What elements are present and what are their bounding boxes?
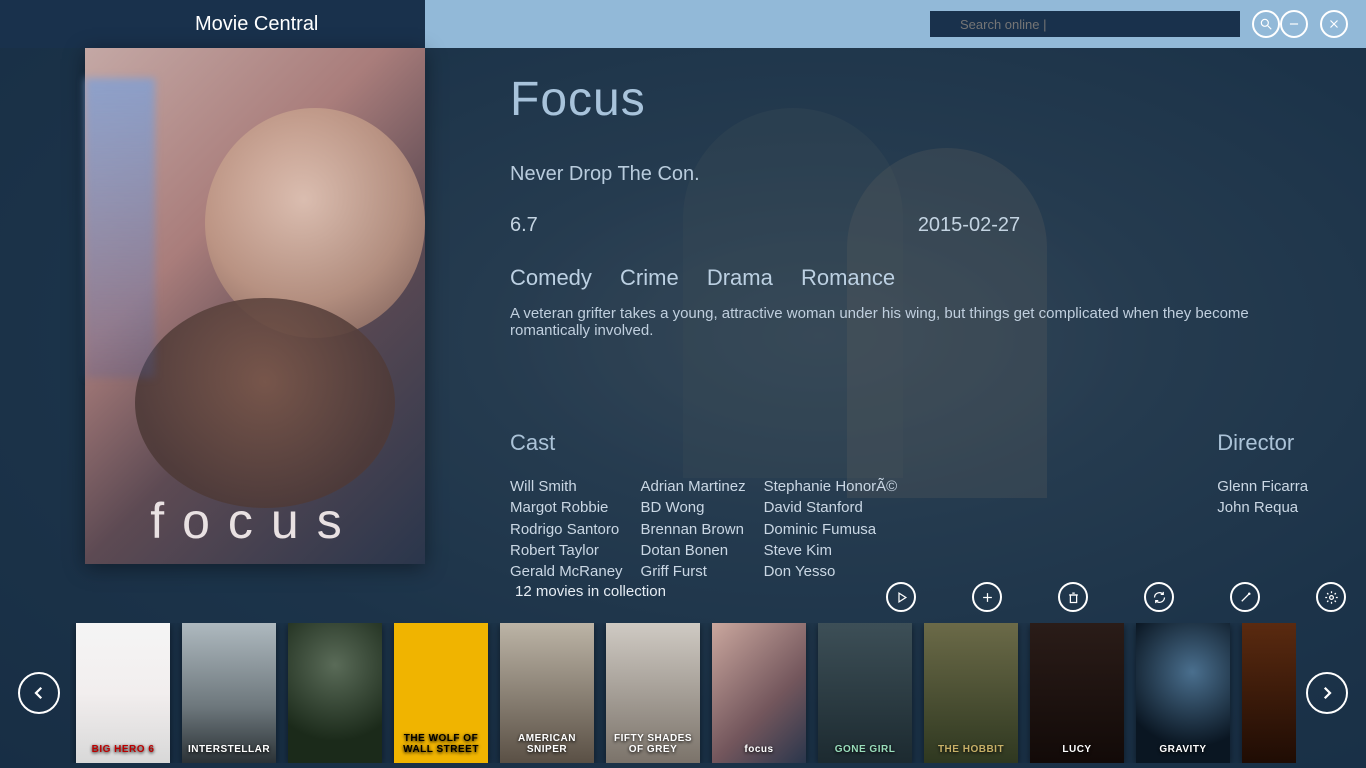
- movie-title: Focus: [510, 72, 1326, 127]
- cast-member: Don Yesso: [764, 561, 898, 582]
- carousel-thumbnail[interactable]: GRAVITY: [1136, 623, 1230, 763]
- director-name: Glenn Ficarra: [1217, 476, 1308, 497]
- play-icon: [894, 590, 909, 605]
- cast-member: Stephanie HonorÃ©: [764, 476, 898, 497]
- cast-member: Dotan Bonen: [641, 540, 746, 561]
- carousel-strip[interactable]: BIG HERO 6 INTERSTELLAR THE WOLF OF WALL S…: [70, 623, 1296, 763]
- movie-details: Focus Never Drop The Con. 6.7 2015-02-27…: [510, 72, 1326, 339]
- cast-label: Cast: [510, 430, 897, 456]
- thumbnail-label: [288, 751, 382, 759]
- genre-item[interactable]: Comedy: [510, 265, 592, 290]
- cast-member: Griff Furst: [641, 561, 746, 582]
- cast-member: BD Wong: [641, 497, 746, 518]
- carousel-thumbnail[interactable]: GONE GIRL: [818, 623, 912, 763]
- minimize-icon: [1287, 17, 1301, 31]
- cast-member: Margot Robbie: [510, 497, 623, 518]
- carousel-thumbnail[interactable]: BIG HERO 6: [76, 623, 170, 763]
- cast-section: Cast Will Smith Margot Robbie Rodrigo Sa…: [510, 430, 897, 582]
- carousel-thumbnail[interactable]: focus: [712, 623, 806, 763]
- search-icon: [1259, 17, 1273, 31]
- thumbnail-label: focus: [712, 740, 806, 759]
- genre-item[interactable]: Romance: [801, 265, 895, 290]
- gear-icon: [1324, 590, 1339, 605]
- movie-rating: 6.7: [510, 214, 538, 237]
- genre-item[interactable]: Crime: [620, 265, 679, 290]
- cast-member: Dominic Fumusa: [764, 519, 898, 540]
- thumbnail-label: AMERICAN SNIPER: [500, 729, 594, 759]
- wand-icon: [1238, 590, 1253, 605]
- add-button[interactable]: [972, 582, 1002, 612]
- thumbnail-label: FIFTY SHADES OF GREY: [606, 729, 700, 759]
- cast-member: Will Smith: [510, 476, 623, 497]
- close-icon: [1327, 17, 1341, 31]
- director-name: John Requa: [1217, 497, 1308, 518]
- carousel-thumbnail[interactable]: THE HOBBIT: [924, 623, 1018, 763]
- movie-release-date: 2015-02-27: [918, 214, 1020, 237]
- cast-member: Rodrigo Santoro: [510, 519, 623, 540]
- carousel-thumbnail[interactable]: FIFTY SHADES OF GREY: [606, 623, 700, 763]
- minimize-button[interactable]: [1280, 10, 1308, 38]
- collection-count: 12 movies in collection: [515, 583, 666, 600]
- search-input[interactable]: [930, 11, 1240, 37]
- action-buttons: [886, 582, 1346, 612]
- chevron-right-icon: [1318, 684, 1336, 702]
- edit-button[interactable]: [1230, 582, 1260, 612]
- carousel-thumbnail[interactable]: INTERSTELLAR: [182, 623, 276, 763]
- director-label: Director: [1217, 430, 1308, 456]
- thumbnail-label: GRAVITY: [1136, 740, 1230, 759]
- delete-button[interactable]: [1058, 582, 1088, 612]
- cast-member: Brennan Brown: [641, 519, 746, 540]
- poster-title-text: focus: [85, 492, 425, 550]
- search-button[interactable]: [1252, 10, 1280, 38]
- genre-item[interactable]: Drama: [707, 265, 773, 290]
- carousel-thumbnail[interactable]: [288, 623, 382, 763]
- thumbnail-label: THE WOLF OF WALL STREET: [394, 729, 488, 759]
- app-title: Movie Central: [0, 0, 425, 48]
- movie-tagline: Never Drop The Con.: [510, 163, 1326, 186]
- thumbnail-label: THE HOBBIT: [924, 740, 1018, 759]
- thumbnail-label: GONE GIRL: [818, 740, 912, 759]
- plus-icon: [980, 590, 995, 605]
- cast-member: Robert Taylor: [510, 540, 623, 561]
- movie-genres: Comedy Crime Drama Romance: [510, 265, 1326, 291]
- thumbnail-label: [1242, 751, 1296, 759]
- play-button[interactable]: [886, 582, 916, 612]
- carousel-next-button[interactable]: [1306, 672, 1348, 714]
- trash-icon: [1066, 590, 1081, 605]
- refresh-button[interactable]: [1144, 582, 1174, 612]
- movie-poster[interactable]: focus: [85, 48, 425, 564]
- carousel-thumbnail[interactable]: THE WOLF OF WALL STREET: [394, 623, 488, 763]
- refresh-icon: [1152, 590, 1167, 605]
- carousel-thumbnail[interactable]: AMERICAN SNIPER: [500, 623, 594, 763]
- carousel-thumbnail[interactable]: LUCY: [1030, 623, 1124, 763]
- settings-button[interactable]: [1316, 582, 1346, 612]
- cast-member: David Stanford: [764, 497, 898, 518]
- close-button[interactable]: [1320, 10, 1348, 38]
- cast-member: Adrian Martinez: [641, 476, 746, 497]
- header: Movie Central: [0, 0, 1366, 48]
- movie-synopsis: A veteran grifter takes a young, attract…: [510, 305, 1326, 339]
- thumbnail-label: BIG HERO 6: [76, 740, 170, 759]
- carousel-prev-button[interactable]: [18, 672, 60, 714]
- cast-member: Steve Kim: [764, 540, 898, 561]
- thumbnail-label: LUCY: [1030, 740, 1124, 759]
- thumbnail-label: INTERSTELLAR: [182, 740, 276, 759]
- cast-member: Gerald McRaney: [510, 561, 623, 582]
- chevron-left-icon: [30, 684, 48, 702]
- carousel-thumbnail[interactable]: [1242, 623, 1296, 763]
- director-section: Director Glenn Ficarra John Requa: [1217, 430, 1308, 582]
